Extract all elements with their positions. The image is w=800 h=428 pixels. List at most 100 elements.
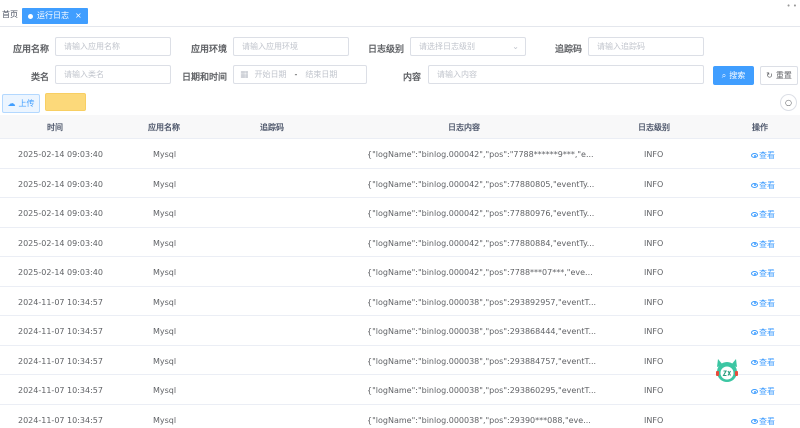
view-link-label: 查看 bbox=[759, 151, 775, 160]
cell-time: 2024-11-07 10:34:57 bbox=[18, 415, 103, 425]
table-header: 时间 应用名称 追踪码 日志内容 日志级别 操作 bbox=[0, 115, 800, 139]
log-level-label: 日志级别 bbox=[367, 45, 404, 55]
eye-icon bbox=[751, 330, 758, 335]
cell-log-content: {"logName":"binlog.000042","pos":"7788**… bbox=[367, 150, 594, 159]
cell-log-content: {"logName":"binlog.000038","pos":2938929… bbox=[367, 297, 597, 307]
view-link[interactable]: 查看 bbox=[751, 357, 775, 368]
view-link[interactable]: 查看 bbox=[751, 327, 775, 338]
cell-log-level: INFO bbox=[644, 415, 664, 425]
search-icon: ⌕ bbox=[721, 70, 727, 80]
search-button[interactable]: ⌕ 搜索 bbox=[713, 66, 754, 85]
tab-home[interactable]: 首页 bbox=[2, 9, 18, 20]
cell-time: 2025-02-14 09:03:40 bbox=[18, 238, 103, 248]
active-dot-icon bbox=[28, 13, 33, 19]
view-link[interactable]: 查看 bbox=[751, 386, 775, 397]
cell-time: 2025-02-14 09:03:40 bbox=[18, 268, 103, 277]
cell-log-level: INFO bbox=[644, 209, 664, 218]
more-icon[interactable]: • • bbox=[787, 2, 797, 10]
trace-id-label: 追踪码 bbox=[554, 45, 582, 55]
cell-app-name: Mysql bbox=[153, 356, 177, 366]
table-row: 2024-11-07 10:34:57 Mysql {"logName":"binl… bbox=[0, 346, 800, 375]
search-button-label: 搜索 bbox=[729, 71, 746, 80]
upload-button[interactable]: ☁ 上传 bbox=[2, 94, 40, 113]
table-row: 2024-11-07 10:34:57 Mysql {"logName":"binl… bbox=[0, 316, 800, 346]
highlight-button[interactable] bbox=[45, 93, 86, 111]
tab-run-log[interactable]: 运行日志 × bbox=[22, 8, 88, 24]
cell-time: 2025-02-14 09:03:40 bbox=[18, 179, 103, 189]
table-row: 2024-11-07 10:34:57 Mysql {"logName":"binl… bbox=[0, 287, 800, 316]
calendar-icon: ▦ bbox=[240, 69, 249, 80]
reset-button[interactable]: ↻ 重置 bbox=[760, 66, 798, 85]
cell-log-level: INFO bbox=[644, 268, 664, 277]
eye-icon bbox=[751, 153, 758, 158]
header-app-name: 应用名称 bbox=[148, 123, 180, 132]
table-row: 2024-11-07 10:34:57 Mysql {"logName":"binl… bbox=[0, 375, 800, 405]
cell-time: 2024-11-07 10:34:57 bbox=[18, 297, 103, 307]
view-link[interactable]: 查看 bbox=[751, 239, 775, 250]
cell-log-content: {"logName":"binlog.000042","pos":7788080… bbox=[367, 179, 595, 189]
trace-id-input[interactable]: 请输入追踪码 bbox=[588, 37, 704, 56]
log-level-placeholder: 请选择日志级别 bbox=[419, 42, 475, 51]
eye-icon bbox=[751, 212, 758, 217]
cell-log-level: INFO bbox=[644, 356, 664, 366]
date-range-picker[interactable]: ▦ 开始日期 - 结束日期 bbox=[233, 65, 367, 84]
app-env-input[interactable]: 请输入应用环境 bbox=[233, 37, 349, 56]
class-name-input[interactable]: 请输入类名 bbox=[55, 65, 171, 84]
mascot-assistant-icon[interactable] bbox=[713, 356, 741, 384]
view-link-label: 查看 bbox=[759, 180, 775, 190]
start-date-input[interactable]: 开始日期 bbox=[255, 69, 287, 80]
view-link[interactable]: 查看 bbox=[751, 150, 775, 161]
cell-app-name: Mysql bbox=[153, 209, 177, 218]
end-date-input[interactable]: 结束日期 bbox=[305, 69, 337, 80]
view-link[interactable]: 查看 bbox=[751, 268, 775, 279]
app-env-label: 应用环境 bbox=[190, 45, 227, 55]
cell-log-content: {"logName":"binlog.000042","pos":7788097… bbox=[367, 209, 595, 218]
app-name-input[interactable]: 请输入应用名称 bbox=[55, 37, 171, 56]
search-icon: ○ bbox=[785, 98, 792, 107]
table-row: 2025-02-14 09:03:40 Mysql {"logName":"binl… bbox=[0, 257, 800, 287]
cell-log-level: INFO bbox=[644, 386, 664, 395]
eye-icon bbox=[751, 359, 758, 365]
cell-time: 2024-11-07 10:34:57 bbox=[18, 386, 103, 395]
table-search-toggle-button[interactable]: ○ bbox=[780, 94, 797, 111]
view-link[interactable]: 查看 bbox=[751, 180, 775, 191]
view-link-label: 查看 bbox=[759, 357, 775, 367]
content-label: 内容 bbox=[402, 73, 421, 83]
tab-run-log-label: 运行日志 bbox=[37, 11, 69, 20]
chevron-down-icon: ⌄ bbox=[512, 42, 519, 51]
cell-log-content: {"logName":"binlog.000042","pos":7788088… bbox=[367, 238, 595, 248]
content-input[interactable]: 请输入内容 bbox=[428, 65, 704, 84]
view-link-label: 查看 bbox=[759, 387, 775, 396]
view-link-label: 查看 bbox=[759, 239, 775, 249]
cell-log-content: {"logName":"binlog.000042","pos":7788***… bbox=[367, 268, 593, 277]
class-name-label: 类名 bbox=[30, 73, 49, 83]
header-actions: 操作 bbox=[752, 123, 768, 132]
cell-app-name: Mysql bbox=[153, 179, 177, 189]
cell-log-level: INFO bbox=[644, 179, 664, 189]
table-row: 2025-02-14 09:03:40 Mysql {"logName":"binl… bbox=[0, 198, 800, 228]
eye-icon bbox=[751, 241, 758, 247]
cell-log-level: INFO bbox=[644, 327, 664, 336]
header-trace-id: 追踪码 bbox=[260, 123, 284, 132]
app-name-label: 应用名称 bbox=[12, 45, 49, 55]
close-icon[interactable]: × bbox=[75, 8, 82, 24]
cell-log-content: {"logName":"binlog.000038","pos":2938602… bbox=[367, 386, 597, 395]
view-link[interactable]: 查看 bbox=[751, 209, 775, 220]
view-link-label: 查看 bbox=[759, 269, 775, 278]
cell-time: 2024-11-07 10:34:57 bbox=[18, 356, 103, 366]
tags-view-bar: 首页 运行日志 × • • bbox=[0, 0, 800, 27]
view-link[interactable]: 查看 bbox=[751, 298, 775, 309]
view-link-label: 查看 bbox=[759, 298, 775, 308]
header-time: 时间 bbox=[47, 123, 63, 132]
cell-app-name: Mysql bbox=[153, 327, 177, 336]
cell-log-content: {"logName":"binlog.000038","pos":2938847… bbox=[367, 356, 597, 366]
view-link[interactable]: 查看 bbox=[751, 416, 775, 427]
log-level-select[interactable]: 请选择日志级别 ⌄ bbox=[410, 37, 526, 56]
cell-app-name: Mysql bbox=[153, 150, 177, 159]
table-body: 2025-02-14 09:03:40 Mysql {"logName":"binl… bbox=[0, 139, 800, 428]
eye-icon bbox=[751, 300, 758, 306]
cell-app-name: Mysql bbox=[153, 238, 177, 248]
view-link-label: 查看 bbox=[759, 416, 775, 426]
cell-time: 2025-02-14 09:03:40 bbox=[18, 150, 103, 159]
cell-log-level: INFO bbox=[644, 150, 664, 159]
